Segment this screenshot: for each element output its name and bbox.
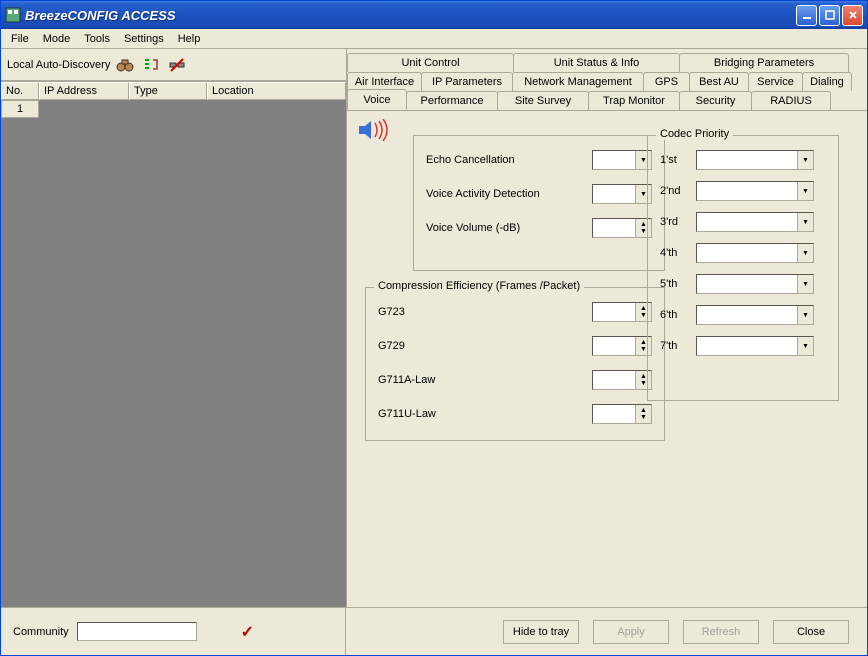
tab-ip-parameters[interactable]: IP Parameters [421, 72, 513, 91]
bottom-bar: Community ✓ Hide to tray Apply Refresh C… [1, 607, 867, 655]
tab-performance[interactable]: Performance [406, 91, 498, 110]
close-app-button[interactable]: Close [773, 620, 849, 644]
codec-5-label: 5'th [660, 278, 696, 290]
tab-unit-status[interactable]: Unit Status & Info [513, 53, 680, 72]
compression-group: Compression Efficiency (Frames /Packet) … [365, 287, 665, 441]
codec-6-combo[interactable]: ▼ [696, 305, 814, 325]
g723-label: G723 [378, 306, 592, 318]
g711u-label: G711U-Law [378, 408, 592, 420]
menu-file[interactable]: File [5, 31, 35, 47]
content: Local Auto-Discovery No. IP Address Type… [1, 49, 867, 607]
g723-spin[interactable]: ▲▼ [592, 302, 652, 322]
voice-volume-spin[interactable]: ▲▼ [592, 218, 652, 238]
refresh-list-icon[interactable] [142, 56, 160, 74]
close-button[interactable] [842, 5, 863, 26]
tab-network-management[interactable]: Network Management [512, 72, 644, 91]
vad-label: Voice Activity Detection [426, 188, 592, 200]
g711a-label: G711A-Law [378, 374, 592, 386]
minimize-button[interactable] [796, 5, 817, 26]
binoculars-icon[interactable] [116, 56, 134, 74]
echo-cancellation-combo[interactable]: ▼ [592, 150, 652, 170]
codec-2-label: 2'nd [660, 185, 696, 197]
titlebar: BreezeCONFIG ACCESS [1, 1, 867, 29]
auto-discovery-label: Local Auto-Discovery [7, 59, 110, 71]
tab-voice[interactable]: Voice [347, 89, 407, 110]
app-icon [5, 7, 21, 23]
codec-1-label: 1'st [660, 154, 696, 166]
codec-3-label: 3'rd [660, 216, 696, 228]
community-label: Community [13, 626, 69, 638]
codec-6-label: 6'th [660, 309, 696, 321]
voice-group: Echo Cancellation ▼ Voice Activity Detec… [413, 135, 665, 271]
col-loc[interactable]: Location [207, 82, 346, 100]
menu-mode[interactable]: Mode [37, 31, 77, 47]
codec-priority-title: Codec Priority [656, 128, 733, 140]
codec-3-combo[interactable]: ▼ [696, 212, 814, 232]
codec-5-combo[interactable]: ▼ [696, 274, 814, 294]
grid-row-1-no[interactable]: 1 [1, 100, 39, 118]
tab-content-voice: Echo Cancellation ▼ Voice Activity Detec… [347, 110, 867, 607]
speaker-icon [357, 119, 391, 141]
tabs: Unit Control Unit Status & Info Bridging… [347, 49, 867, 110]
codec-7-label: 7'th [660, 340, 696, 352]
codec-4-combo[interactable]: ▼ [696, 243, 814, 263]
voice-volume-label: Voice Volume (-dB) [426, 222, 592, 234]
tab-trap-monitor[interactable]: Trap Monitor [588, 91, 680, 110]
g711a-spin[interactable]: ▲▼ [592, 370, 652, 390]
hide-to-tray-button[interactable]: Hide to tray [503, 620, 579, 644]
col-type[interactable]: Type [129, 82, 207, 100]
menubar: File Mode Tools Settings Help [1, 29, 867, 49]
compression-group-title: Compression Efficiency (Frames /Packet) [374, 280, 584, 292]
maximize-button[interactable] [819, 5, 840, 26]
col-ip[interactable]: IP Address [39, 82, 129, 100]
tab-site-survey[interactable]: Site Survey [497, 91, 589, 110]
menu-settings[interactable]: Settings [118, 31, 170, 47]
community-input[interactable] [77, 622, 197, 641]
g729-spin[interactable]: ▲▼ [592, 336, 652, 356]
codec-priority-group: Codec Priority 1'st▼ 2'nd▼ 3'rd▼ 4'th▼ 5… [647, 135, 839, 401]
window-title: BreezeCONFIG ACCESS [25, 8, 796, 23]
codec-4-label: 4'th [660, 247, 696, 259]
echo-cancellation-label: Echo Cancellation [426, 154, 592, 166]
codec-7-combo[interactable]: ▼ [696, 336, 814, 356]
right-panel: Unit Control Unit Status & Info Bridging… [346, 49, 867, 607]
g729-label: G729 [378, 340, 592, 352]
grid-body[interactable]: 1 [1, 100, 346, 607]
g711u-spin[interactable]: ▲▼ [592, 404, 652, 424]
tab-radius[interactable]: RADIUS [751, 91, 831, 110]
check-icon[interactable]: ✓ [241, 622, 254, 642]
tab-best-au[interactable]: Best AU [689, 72, 749, 91]
vad-combo[interactable]: ▼ [592, 184, 652, 204]
tab-gps[interactable]: GPS [643, 72, 690, 91]
left-panel: Local Auto-Discovery No. IP Address Type… [1, 49, 346, 607]
tab-dialing[interactable]: Dialing [802, 72, 852, 91]
codec-1-combo[interactable]: ▼ [696, 150, 814, 170]
refresh-button[interactable]: Refresh [683, 620, 759, 644]
menu-help[interactable]: Help [172, 31, 207, 47]
apply-button[interactable]: Apply [593, 620, 669, 644]
tab-bridging-parameters[interactable]: Bridging Parameters [679, 53, 849, 72]
app-window: BreezeCONFIG ACCESS File Mode Tools Sett… [0, 0, 868, 656]
tab-security[interactable]: Security [679, 91, 752, 110]
codec-2-combo[interactable]: ▼ [696, 181, 814, 201]
tab-service[interactable]: Service [748, 72, 803, 91]
tab-unit-control[interactable]: Unit Control [347, 53, 514, 72]
disconnect-icon[interactable] [168, 56, 186, 74]
col-no[interactable]: No. [1, 82, 39, 100]
left-toolbar: Local Auto-Discovery [1, 49, 346, 81]
menu-tools[interactable]: Tools [78, 31, 116, 47]
grid-header: No. IP Address Type Location [1, 81, 346, 100]
